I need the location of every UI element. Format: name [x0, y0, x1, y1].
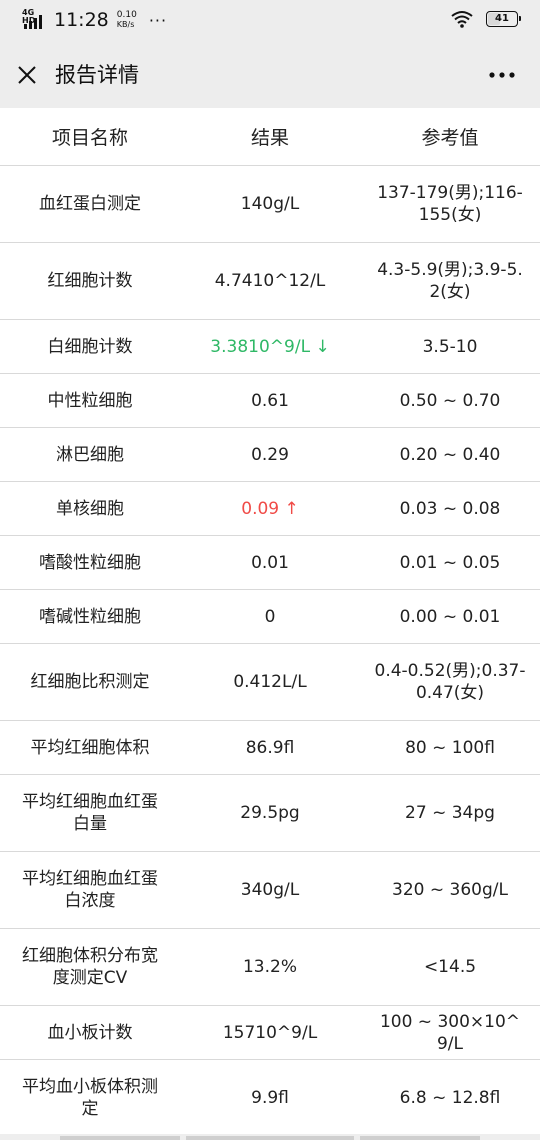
item-name: 嗜碱性粒细胞 — [39, 606, 141, 627]
table-row: 淋巴细胞 0.29 0.20 ~ 0.40 — [0, 428, 540, 482]
item-result: 86.9fl — [245, 737, 295, 758]
item-reference: 0.4-0.52(男);0.37-0.47(女) — [374, 661, 526, 703]
table-row: 红细胞体积分布宽度测定CV 13.2% <14.5 — [0, 929, 540, 1006]
notification-dots: ··· — [148, 10, 168, 30]
item-reference: 27 ~ 34pg — [405, 803, 495, 823]
network-speed-value: 0.10 — [116, 10, 137, 20]
item-reference: 100 ~ 300×10^9/L — [379, 1011, 521, 1054]
item-result: 29.5pg — [240, 803, 300, 823]
item-reference: 137-179(男);116-155(女) — [377, 183, 523, 225]
item-name: 白细胞计数 — [47, 336, 133, 357]
item-name: 红细胞比积测定 — [30, 672, 150, 692]
table-row: 平均红细胞体积 86.9fl 80 ~ 100fl — [0, 721, 540, 775]
item-result: 9.9fl — [251, 1088, 289, 1108]
column-header-name: 项目名称 — [51, 127, 128, 149]
battery-icon: 41 — [486, 11, 521, 27]
item-result: 340g/L — [240, 880, 300, 900]
table-row: 单核细胞 0.09 ↑ 0.03 ~ 0.08 — [0, 482, 540, 536]
title-bar: 报告详情 — [0, 40, 540, 108]
item-result: 13.2% — [242, 957, 297, 977]
column-header-reference: 参考值 — [421, 127, 479, 149]
item-reference: 0.00 ~ 0.01 — [399, 606, 501, 627]
item-name: 平均红细胞血红蛋白量 — [22, 792, 158, 834]
item-result: 15710^9/L — [222, 1022, 318, 1043]
item-reference: 0.03 ~ 0.08 — [399, 498, 501, 519]
item-name: 红细胞体积分布宽度测定CV — [22, 946, 158, 988]
status-left: 4G HD 11:28 0.10 KB/s ··· — [22, 8, 167, 32]
report-table: 项目名称 结果 参考值 血红蛋白测定 140g/L 137-179(男);116… — [0, 108, 540, 1137]
item-result: 0.412L/L — [233, 672, 307, 692]
table-row: 嗜酸性粒细胞 0.01 0.01 ~ 0.05 — [0, 536, 540, 590]
item-reference: 6.8 ~ 12.8fl — [399, 1088, 501, 1108]
item-result: 4.7410^12/L — [214, 271, 326, 291]
item-name: 中性粒细胞 — [47, 390, 133, 411]
wifi-icon — [451, 11, 473, 28]
table-row: 中性粒细胞 0.61 0.50 ~ 0.70 — [0, 374, 540, 428]
item-reference: 80 ~ 100fl — [405, 737, 495, 758]
page-title: 报告详情 — [55, 63, 139, 87]
item-reference: 320 ~ 360g/L — [392, 880, 508, 900]
item-result: 0.29 — [251, 444, 289, 465]
column-header-result: 结果 — [250, 127, 289, 149]
item-name: 血红蛋白测定 — [39, 194, 141, 214]
table-row: 平均红细胞血红蛋白量 29.5pg 27 ~ 34pg — [0, 775, 540, 852]
status-bar: 4G HD 11:28 0.10 KB/s ··· 41 — [0, 0, 540, 40]
more-button[interactable] — [486, 60, 518, 90]
clock: 11:28 — [54, 9, 109, 31]
item-reference: <14.5 — [423, 957, 477, 977]
signal-icon: 4G HD — [22, 9, 48, 31]
more-icon — [489, 72, 515, 78]
item-name: 血小板计数 — [47, 1022, 133, 1043]
close-button[interactable] — [12, 60, 42, 90]
network-speed-unit: KB/s — [116, 20, 135, 29]
item-reference: 0.50 ~ 0.70 — [399, 390, 501, 411]
item-result: 0 — [264, 606, 276, 627]
table-row: 血小板计数 15710^9/L 100 ~ 300×10^9/L — [0, 1006, 540, 1060]
item-result-low: 3.3810^9/L ↓ — [210, 336, 330, 357]
item-reference: 0.20 ~ 0.40 — [399, 444, 501, 465]
item-reference: 0.01 ~ 0.05 — [399, 552, 501, 573]
table-row: 红细胞比积测定 0.412L/L 0.4-0.52(男);0.37-0.47(女… — [0, 644, 540, 721]
item-name: 平均红细胞血红蛋白浓度 — [22, 869, 158, 911]
table-row: 红细胞计数 4.7410^12/L 4.3-5.9(男);3.9-5.2(女) — [0, 243, 540, 320]
table-row: 嗜碱性粒细胞 0 0.00 ~ 0.01 — [0, 590, 540, 644]
item-reference: 4.3-5.9(男);3.9-5.2(女) — [377, 260, 523, 302]
table-row: 平均血小板体积测定 9.9fl 6.8 ~ 12.8fl — [0, 1060, 540, 1137]
close-icon — [18, 66, 36, 84]
item-name: 单核细胞 — [56, 498, 124, 519]
table-row: 白细胞计数 3.3810^9/L ↓ 3.5-10 — [0, 320, 540, 374]
item-result: 0.01 — [251, 552, 289, 573]
item-name: 淋巴细胞 — [56, 444, 124, 465]
item-name: 平均红细胞体积 — [30, 737, 150, 758]
bottom-strip — [0, 1134, 540, 1140]
network-speed: 0.10 KB/s — [116, 10, 137, 30]
item-name: 嗜酸性粒细胞 — [39, 552, 141, 573]
table-row: 血红蛋白测定 140g/L 137-179(男);116-155(女) — [0, 166, 540, 243]
status-right: 41 — [450, 9, 521, 29]
item-result: 0.61 — [251, 390, 289, 411]
item-result-high: 0.09 ↑ — [241, 498, 299, 519]
item-reference: 3.5-10 — [422, 336, 478, 357]
table-row: 平均红细胞血红蛋白浓度 340g/L 320 ~ 360g/L — [0, 852, 540, 929]
table-header: 项目名称 结果 参考值 — [0, 108, 540, 166]
item-name: 红细胞计数 — [47, 271, 133, 291]
item-result: 140g/L — [240, 194, 300, 214]
item-name: 平均血小板体积测定 — [22, 1077, 158, 1119]
battery-level: 41 — [495, 13, 509, 24]
